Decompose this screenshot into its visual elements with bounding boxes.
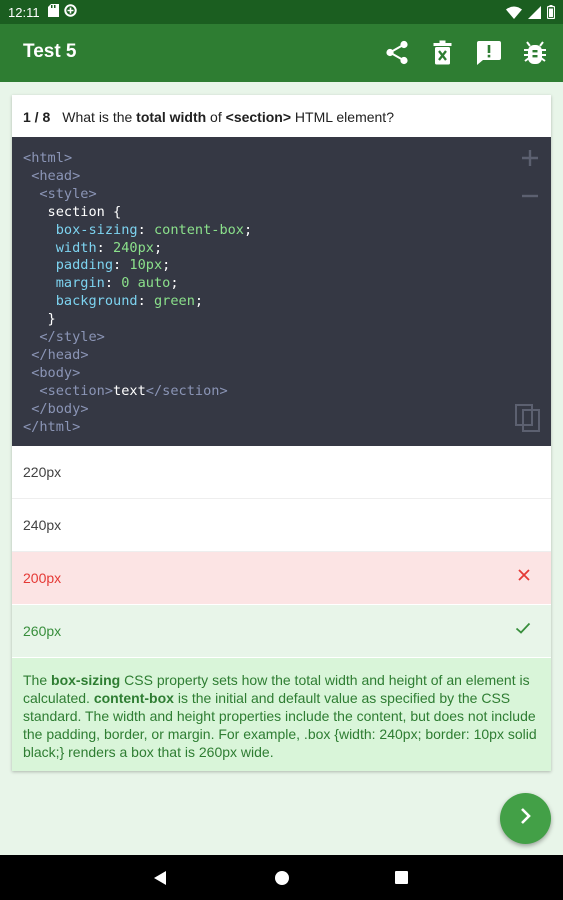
- recents-icon[interactable]: [394, 870, 409, 890]
- explanation-panel: The box-sizing CSS property sets how the…: [12, 658, 551, 771]
- zoom-out-icon[interactable]: [521, 187, 539, 210]
- zoom-in-icon[interactable]: [521, 149, 539, 172]
- question-counter: 1 / 8: [23, 109, 51, 125]
- explanation-text: The box-sizing CSS property sets how the…: [23, 672, 537, 760]
- navigation-bar: [0, 855, 563, 900]
- answer-option-correct[interactable]: 260px: [12, 605, 551, 657]
- code-block: <html> <head> <style> section { box-sizi…: [12, 137, 551, 446]
- question-card: 1 / 8 What is the total width of <section…: [12, 95, 551, 771]
- page-title: Test 5: [23, 41, 77, 62]
- next-button[interactable]: [500, 793, 551, 844]
- wifi-icon: [506, 6, 522, 22]
- status-bar: 12:11: [0, 0, 563, 24]
- battery-icon: [546, 5, 556, 22]
- bug-report-icon[interactable]: [521, 39, 548, 66]
- answer-option[interactable]: 220px: [12, 446, 551, 499]
- status-time: 12:11: [8, 4, 40, 20]
- sd-card-icon: [47, 4, 59, 20]
- check-icon: [515, 621, 531, 638]
- delete-icon[interactable]: [429, 39, 456, 66]
- back-icon[interactable]: [153, 870, 167, 891]
- close-icon: [517, 568, 531, 585]
- answer-option[interactable]: 240px: [12, 499, 551, 552]
- home-icon[interactable]: [274, 870, 290, 891]
- copy-icon[interactable]: [515, 404, 541, 437]
- app-bar: Test 5: [0, 24, 563, 82]
- chevron-right-icon: [518, 807, 534, 830]
- question-text: 1 / 8 What is the total width of <section…: [23, 109, 394, 125]
- data-saver-icon: [63, 4, 77, 20]
- signal-icon: [528, 5, 541, 22]
- code-listing: <html> <head> <style> section { box-sizi…: [23, 150, 253, 435]
- answer-option-wrong[interactable]: 200px: [12, 552, 551, 604]
- feedback-icon[interactable]: [475, 39, 502, 66]
- share-icon[interactable]: [383, 39, 410, 66]
